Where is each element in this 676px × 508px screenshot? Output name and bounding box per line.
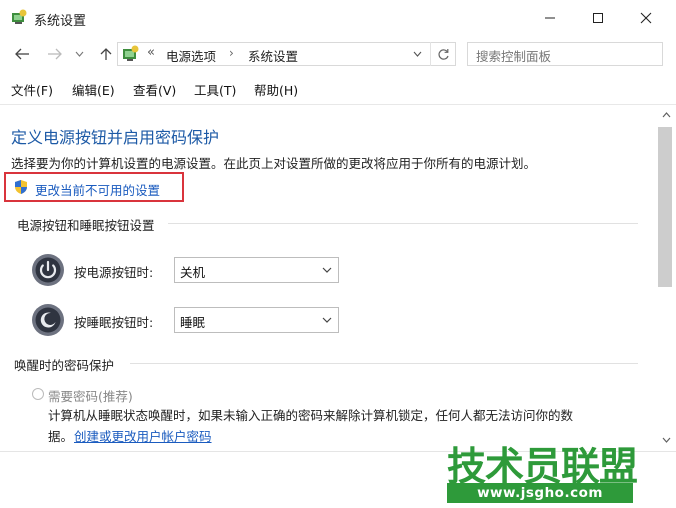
watermark-url: www.jsgho.com xyxy=(477,485,603,501)
address-dropdown-button[interactable] xyxy=(406,42,428,66)
close-button[interactable] xyxy=(622,0,670,36)
chevron-down-icon xyxy=(75,51,83,57)
maximize-icon xyxy=(593,13,603,23)
sleep-button-icon xyxy=(32,304,64,336)
scroll-down-icon xyxy=(662,437,670,443)
page-title: 定义电源按钮并启用密码保护 xyxy=(11,128,220,147)
recent-locations-button[interactable] xyxy=(72,44,86,64)
breadcrumb-power-options[interactable]: 电源选项 xyxy=(166,46,216,65)
power-button-action-value: 关机 xyxy=(180,265,206,280)
power-options-icon xyxy=(12,9,27,24)
breadcrumb-system-settings[interactable]: 系统设置 xyxy=(248,46,298,65)
require-password-label: 需要密码(推荐) xyxy=(48,389,133,404)
back-button[interactable] xyxy=(11,44,33,64)
sleep-button-label: 按睡眠按钮时: xyxy=(74,315,154,330)
menu-file[interactable]: 文件(F) xyxy=(11,80,53,99)
up-button[interactable] xyxy=(95,44,117,64)
window-title: 系统设置 xyxy=(34,14,87,29)
chevron-down-icon xyxy=(322,317,332,323)
create-change-password-link[interactable]: 创建或更改用户帐户密码 xyxy=(74,426,212,445)
close-icon xyxy=(640,12,652,24)
require-password-description-end: 据。 xyxy=(48,429,74,444)
require-password-radio[interactable] xyxy=(32,388,44,400)
section-wake-password: 唤醒时的密码保护 xyxy=(14,358,115,373)
change-unavailable-settings-link[interactable]: 更改当前不可用的设置 xyxy=(35,180,160,199)
refresh-button[interactable] xyxy=(430,42,456,66)
sleep-button-action-value: 睡眠 xyxy=(180,315,206,330)
breadcrumb-separator[interactable]: › xyxy=(229,46,234,60)
forward-button[interactable] xyxy=(44,44,66,64)
refresh-icon xyxy=(438,48,449,60)
chevron-down-icon xyxy=(322,267,332,273)
scroll-up-button[interactable] xyxy=(656,105,676,125)
minimize-button[interactable] xyxy=(526,0,574,36)
scroll-down-button[interactable] xyxy=(656,430,676,450)
section-divider xyxy=(168,223,638,224)
search-placeholder: 搜索控制面板 xyxy=(476,49,552,64)
minimize-icon xyxy=(545,17,555,19)
power-button-icon xyxy=(32,254,64,286)
uac-shield-icon xyxy=(15,180,27,194)
menu-edit[interactable]: 编辑(E) xyxy=(72,80,115,99)
chevron-down-icon xyxy=(413,51,421,57)
arrow-up-icon xyxy=(100,48,112,60)
breadcrumb-overflow[interactable]: « xyxy=(147,45,155,60)
section-divider xyxy=(130,363,638,364)
maximize-button[interactable] xyxy=(574,0,622,36)
menu-help[interactable]: 帮助(H) xyxy=(254,80,298,99)
control-panel-icon xyxy=(123,45,139,61)
power-button-label: 按电源按钮时: xyxy=(74,265,154,280)
page-description: 选择要为你的计算机设置的电源设置。在此页上对设置所做的更改将应用于你所有的电源计… xyxy=(11,156,537,171)
require-password-description: 计算机从睡眠状态唤醒时，如果未输入正确的密码来解除计算机锁定，任何人都无法访问你… xyxy=(48,408,574,423)
arrow-left-icon xyxy=(15,48,29,60)
scrollbar-thumb[interactable] xyxy=(658,127,672,287)
arrow-right-icon xyxy=(48,48,62,60)
scroll-up-icon xyxy=(662,112,670,118)
menu-divider xyxy=(0,104,676,105)
power-button-action-select[interactable]: 关机 xyxy=(174,257,339,283)
section-power-buttons: 电源按钮和睡眠按钮设置 xyxy=(17,218,155,233)
menu-view[interactable]: 查看(V) xyxy=(133,80,176,99)
menu-tools[interactable]: 工具(T) xyxy=(194,80,236,99)
sleep-button-action-select[interactable]: 睡眠 xyxy=(174,307,339,333)
